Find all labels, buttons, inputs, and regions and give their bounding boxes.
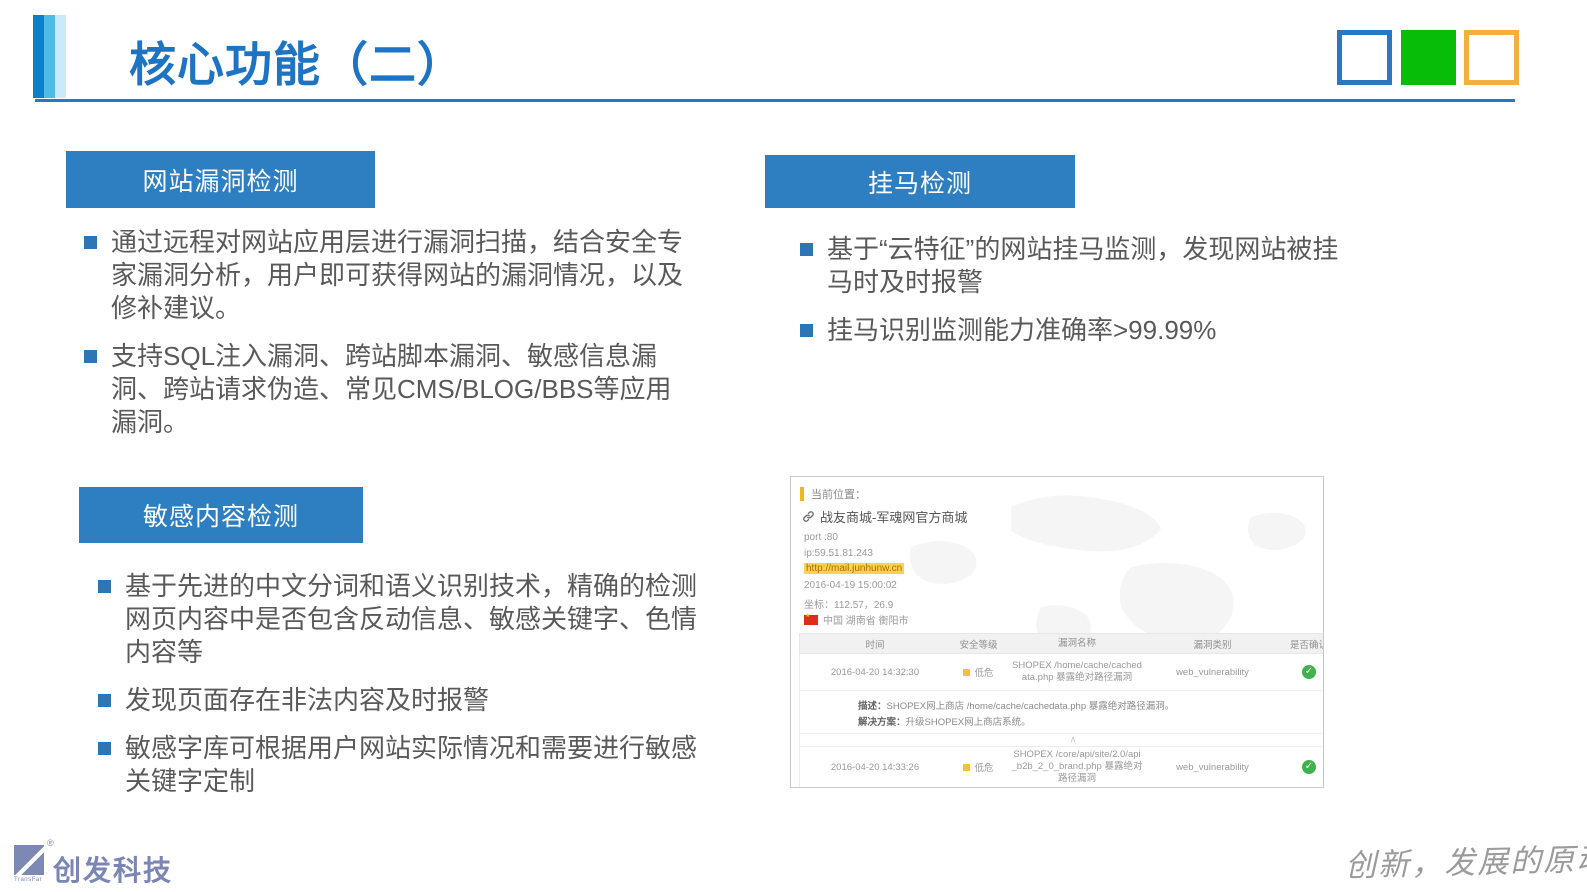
site-url-row: http://mail.junhunw.cn bbox=[804, 563, 905, 574]
row-detail-expanded: 描述：SHOPEX网上商店 /home/cache/cachedata.php … bbox=[799, 691, 1323, 734]
cell-category: web_vulnerability bbox=[1176, 761, 1249, 773]
detail-desc-label: 描述： bbox=[858, 701, 887, 712]
company-logo-name: 创发科技 bbox=[53, 855, 174, 886]
bullet-item: 发现页面存在非法内容及时报警 bbox=[98, 684, 704, 717]
bullet-square-icon bbox=[98, 742, 111, 755]
deco-square-blue-outline bbox=[1337, 30, 1392, 85]
bullet-text: 发现页面存在非法内容及时报警 bbox=[125, 685, 490, 715]
bullet-item: 敏感字库可根据用户网站实际情况和需要进行敏感关键字定制 bbox=[98, 732, 704, 798]
china-flag-icon bbox=[804, 612, 818, 625]
col-header-confirm: 是否确认 bbox=[1289, 639, 1323, 651]
cell-level: 低危 bbox=[950, 760, 1007, 774]
bullet-item: 基于“云特征”的网站挂马监测，发现网站被挂马时及时报警 bbox=[800, 233, 1348, 299]
geo-location-row: 中国 湖南省 衡阳市 bbox=[804, 612, 909, 627]
bullet-item: 挂马识别监测能力准确率>99.99% bbox=[800, 314, 1348, 347]
detail-solution-text: 升级SHOPEX网上商店系统。 bbox=[905, 717, 1031, 728]
trojan-bullet-list: 基于“云特征”的网站挂马监测，发现网站被挂马时及时报警 挂马识别监测能力准确率>… bbox=[800, 233, 1348, 362]
section-header-sensitive: 敏感内容检测 bbox=[79, 487, 363, 543]
deco-square-green-filled bbox=[1401, 30, 1456, 85]
bullet-text: 敏感字库可根据用户网站实际情况和需要进行敏感关键字定制 bbox=[125, 733, 698, 796]
level-square-icon bbox=[963, 764, 971, 771]
link-icon bbox=[803, 511, 814, 522]
accent-bar-dark bbox=[33, 15, 44, 98]
slide: 核心功能（二） 网站漏洞检测 通过远程对网站应用层进行漏洞扫描，结合安全专家漏洞… bbox=[0, 0, 1587, 892]
cell-time: 2016-04-20 14:33:26 bbox=[830, 761, 920, 773]
breadcrumb: 当前位置： bbox=[800, 486, 866, 502]
confirmed-check-icon bbox=[1302, 760, 1316, 774]
cell-confirm bbox=[1278, 760, 1323, 774]
bullet-square-icon bbox=[84, 236, 97, 249]
cell-name: SHOPEX /core/api/site/2.0/api_b2b_2_0_br… bbox=[1011, 749, 1143, 784]
vulnerability-table: 时间 安全等级 漏洞名称 漏洞类别 是否确认 2016-04-20 14:32:… bbox=[799, 633, 1323, 787]
bullet-square-icon bbox=[98, 694, 111, 707]
bullet-text: 支持SQL注入漏洞、跨站脚本漏洞、敏感信息漏洞、跨站请求伪造、常见CMS/BLO… bbox=[111, 341, 672, 437]
col-header-category: 漏洞类别 bbox=[1193, 639, 1232, 651]
table-row: 2016-04-20 14:32:30 低危 SHOPEX /home/cach… bbox=[799, 654, 1323, 691]
deco-square-orange-outline bbox=[1464, 30, 1519, 85]
col-header-level: 安全等级 bbox=[959, 639, 998, 651]
site-name: 战友商城-军魂网官方商城 bbox=[820, 510, 968, 525]
level-square-icon bbox=[963, 669, 971, 676]
site-port: port :80 bbox=[804, 532, 838, 543]
company-logo-icon bbox=[14, 845, 44, 875]
breadcrumb-label: 当前位置： bbox=[811, 489, 866, 501]
bullet-square-icon bbox=[84, 350, 97, 363]
accent-bar-light bbox=[55, 15, 66, 98]
table-header-row: 时间 安全等级 漏洞名称 漏洞类别 是否确认 bbox=[799, 633, 1323, 654]
site-ip: ip:59.51.81.243 bbox=[804, 548, 873, 559]
site-url-highlighted: http://mail.junhunw.cn bbox=[804, 563, 905, 574]
bullet-item: 基于先进的中文分词和语义识别技术，精确的检测网页内容中是否包含反动信息、敏感关键… bbox=[98, 570, 704, 669]
detail-solution-label: 解决方案： bbox=[858, 717, 906, 728]
site-title-row: 战友商城-军魂网官方商城 bbox=[802, 507, 967, 526]
bullet-text: 挂马识别监测能力准确率>99.99% bbox=[827, 315, 1217, 345]
scan-time: 2016-04-19 15:00:02 bbox=[804, 580, 897, 591]
col-header-time: 时间 bbox=[865, 639, 885, 651]
geo-coordinates: 坐标：112.57，26.9 bbox=[804, 600, 894, 611]
bullet-square-icon bbox=[800, 243, 813, 256]
sensitive-bullet-list: 基于先进的中文分词和语义识别技术，精确的检测网页内容中是否包含反动信息、敏感关键… bbox=[98, 570, 704, 813]
col-header-name: 漏洞名称 bbox=[1057, 637, 1096, 649]
cell-category: web_vulnerability bbox=[1176, 666, 1249, 678]
web-vuln-bullet-list: 通过远程对网站应用层进行漏洞扫描，结合安全专家漏洞分析，用户即可获得网站的漏洞情… bbox=[84, 226, 690, 454]
confirmed-check-icon bbox=[1302, 665, 1316, 679]
cell-name: SHOPEX /home/cache/cachedata.php 暴露绝对路径漏… bbox=[1012, 660, 1142, 683]
bullet-text: 通过远程对网站应用层进行漏洞扫描，结合安全专家漏洞分析，用户即可获得网站的漏洞情… bbox=[111, 227, 684, 323]
accent-bar-medium bbox=[44, 15, 55, 98]
cell-time: 2016-04-20 14:32:30 bbox=[830, 666, 920, 678]
title-divider-line bbox=[35, 99, 1515, 102]
geo-location: 中国 湖南省 衡阳市 bbox=[823, 616, 909, 627]
footer-slogan: 创新，发展的原动力！ bbox=[1344, 839, 1587, 884]
level-text: 低危 bbox=[974, 763, 994, 774]
level-text: 低危 bbox=[974, 668, 994, 679]
section-header-web-vuln: 网站漏洞检测 bbox=[66, 151, 375, 208]
detail-desc-text: SHOPEX网上商店 /home/cache/cachedata.php 暴露绝… bbox=[886, 701, 1175, 712]
detail-description-line: 描述：SHOPEX网上商店 /home/cache/cachedata.php … bbox=[858, 699, 1323, 715]
bullet-text: 基于“云特征”的网站挂马监测，发现网站被挂马时及时报警 bbox=[827, 234, 1339, 297]
title-accent-bars bbox=[33, 15, 66, 98]
detail-solution-line: 解决方案：升级SHOPEX网上商店系统。 bbox=[858, 715, 1323, 731]
registered-trademark-symbol: ® bbox=[47, 838, 54, 848]
bullet-square-icon bbox=[98, 580, 111, 593]
bullet-item: 通过远程对网站应用层进行漏洞扫描，结合安全专家漏洞分析，用户即可获得网站的漏洞情… bbox=[84, 226, 690, 325]
section-header-trojan: 挂马检测 bbox=[765, 155, 1075, 208]
cell-confirm bbox=[1278, 665, 1323, 679]
bullet-item: 支持SQL注入漏洞、跨站脚本漏洞、敏感信息漏洞、跨站请求伪造、常见CMS/BLO… bbox=[84, 340, 690, 439]
page-title: 核心功能（二） bbox=[129, 38, 465, 91]
bullet-text: 基于先进的中文分词和语义识别技术，精确的检测网页内容中是否包含反动信息、敏感关键… bbox=[125, 571, 698, 667]
company-logo-subtext: TransFar bbox=[14, 877, 43, 883]
breadcrumb-accent-bar bbox=[800, 487, 804, 501]
table-row: 2016-04-20 14:33:26 低危 SHOPEX /core/api/… bbox=[799, 747, 1323, 787]
cell-level: 低危 bbox=[950, 665, 1007, 679]
bullet-square-icon bbox=[800, 324, 813, 337]
product-screenshot-panel: 当前位置： 战友商城-军魂网官方商城 port :80 ip:59.51.81.… bbox=[790, 476, 1324, 788]
collapse-chevron-icon: ∧ bbox=[799, 734, 1323, 747]
